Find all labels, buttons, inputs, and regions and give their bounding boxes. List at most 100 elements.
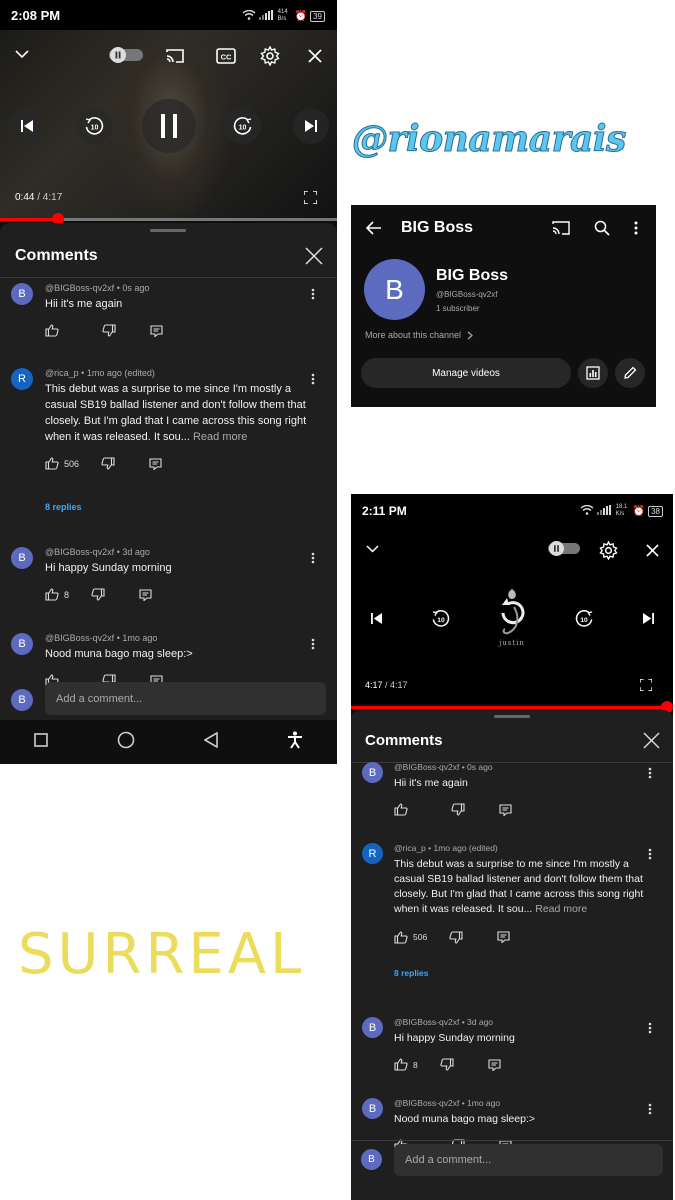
comment-options-button[interactable]	[648, 847, 652, 865]
comment-options-button[interactable]	[648, 766, 652, 784]
forward-10-button[interactable]: 10	[572, 606, 596, 630]
like-button[interactable]: 506	[394, 930, 427, 944]
fullscreen-button[interactable]	[637, 676, 655, 694]
view-replies-link[interactable]: 8 replies	[394, 968, 429, 978]
video-player[interactable]: 10 justin 10 4:17 / 4:17	[351, 526, 673, 704]
album-artwork-icon	[501, 589, 525, 635]
dislike-button[interactable]	[451, 803, 465, 816]
channel-handle: @BIGBoss-qv2xf	[436, 290, 498, 299]
accessibility-button[interactable]	[287, 731, 303, 754]
dislike-button[interactable]	[91, 588, 105, 601]
replay-button[interactable]: justin	[490, 582, 534, 652]
dislike-button[interactable]	[449, 930, 463, 944]
captions-button[interactable]: CC	[214, 45, 238, 67]
reply-button[interactable]	[150, 324, 163, 337]
cast-button[interactable]	[550, 218, 572, 238]
view-replies-link[interactable]: 8 replies	[45, 502, 82, 512]
settings-button[interactable]	[596, 538, 620, 562]
replay-10-icon: 10	[432, 609, 449, 627]
back-button[interactable]	[203, 731, 218, 753]
comment-options-button[interactable]	[311, 551, 315, 569]
like-button[interactable]	[45, 324, 64, 337]
comment-avatar[interactable]: B	[11, 547, 33, 569]
minimize-button[interactable]	[10, 44, 34, 64]
dislike-button[interactable]	[102, 324, 116, 337]
comment-options-button[interactable]	[311, 637, 315, 655]
dislike-button[interactable]	[101, 457, 115, 470]
previous-button[interactable]	[9, 108, 45, 144]
manage-videos-button[interactable]: Manage videos	[361, 358, 571, 388]
like-count: 506	[64, 458, 80, 469]
search-button[interactable]	[591, 218, 613, 238]
fullscreen-button[interactable]	[300, 187, 320, 207]
pause-button[interactable]	[142, 99, 196, 153]
rewind-10-button[interactable]: 10	[76, 108, 112, 144]
comment-author[interactable]: @rica_p	[45, 368, 79, 378]
comment-avatar[interactable]: B	[11, 633, 33, 655]
autoplay-toggle[interactable]	[108, 46, 144, 64]
previous-button[interactable]	[365, 607, 387, 629]
reply-button[interactable]	[149, 457, 162, 470]
seek-bar[interactable]	[351, 701, 673, 713]
comment-avatar[interactable]: B	[362, 762, 383, 783]
dislike-button[interactable]	[440, 1058, 454, 1071]
like-button[interactable]: 8	[394, 1058, 418, 1071]
comment-body: Hii it's me again	[394, 776, 468, 789]
comment-options-button[interactable]	[311, 372, 315, 390]
home-button[interactable]	[117, 731, 135, 754]
recents-button[interactable]	[34, 732, 49, 752]
comment-author[interactable]: @BIGBoss-qv2xf	[45, 633, 114, 643]
close-player-button[interactable]	[641, 540, 663, 560]
comment-author[interactable]: @BIGBoss-qv2xf	[45, 283, 114, 293]
video-player[interactable]: CC 10 10 0:44 / 4:17	[0, 30, 337, 220]
settings-button[interactable]	[257, 43, 283, 69]
like-button[interactable]: 506	[45, 457, 79, 470]
close-player-button[interactable]	[303, 45, 327, 67]
like-button[interactable]	[394, 803, 413, 816]
comment-avatar[interactable]: R	[362, 843, 383, 864]
add-comment-input[interactable]: Add a comment...	[394, 1144, 663, 1176]
kebab-icon	[634, 221, 638, 235]
next-button[interactable]	[637, 607, 659, 629]
comment-author[interactable]: @BIGBoss-qv2xf	[45, 547, 114, 557]
add-comment-input[interactable]: Add a comment...	[45, 682, 326, 715]
comment-options-button[interactable]	[648, 1102, 652, 1120]
next-button[interactable]	[293, 108, 329, 144]
reply-button[interactable]	[497, 931, 510, 943]
comment-author[interactable]: @BIGBoss-qv2xf	[394, 1017, 459, 1027]
comment-avatar[interactable]: B	[11, 283, 33, 305]
rewind-10-button[interactable]: 10	[428, 606, 452, 630]
channel-card: BIG Boss B BIG Boss @BIGBoss-qv2xf 1 sub…	[351, 205, 656, 407]
more-options-button[interactable]	[629, 218, 643, 238]
analytics-icon	[586, 366, 600, 380]
autoplay-toggle[interactable]	[547, 540, 581, 556]
minimize-button[interactable]	[361, 540, 383, 558]
comment-avatar[interactable]: R	[11, 368, 33, 390]
comment-options-button[interactable]	[648, 1021, 652, 1039]
seek-bar[interactable]	[0, 213, 337, 225]
read-more-link[interactable]: Read more	[535, 903, 587, 915]
chevron-down-icon	[15, 49, 29, 58]
read-more-link[interactable]: Read more	[193, 431, 247, 443]
edit-button[interactable]	[615, 358, 645, 388]
forward-10-button[interactable]: 10	[225, 108, 261, 144]
comment-meta: @BIGBoss-qv2xf • 0s ago	[45, 283, 149, 293]
comment-author[interactable]: @rica_p	[394, 843, 426, 853]
channel-avatar[interactable]: B	[364, 259, 425, 320]
more-about-link[interactable]: More about this channel	[365, 330, 473, 340]
comment-avatar[interactable]: B	[362, 1098, 383, 1119]
pause-icon	[161, 114, 177, 138]
analytics-button[interactable]	[578, 358, 608, 388]
comment-author[interactable]: @BIGBoss-qv2xf	[394, 1098, 459, 1108]
comment-author[interactable]: @BIGBoss-qv2xf	[394, 762, 459, 772]
comment-options-button[interactable]	[311, 287, 315, 305]
reply-button[interactable]	[139, 588, 152, 601]
reply-button[interactable]	[499, 803, 512, 816]
cast-button[interactable]	[163, 45, 187, 67]
comment-avatar[interactable]: B	[362, 1017, 383, 1038]
like-button[interactable]: 8	[45, 588, 69, 601]
signal-icon	[258, 10, 275, 22]
seek-progress	[351, 706, 667, 709]
reply-button[interactable]	[488, 1058, 501, 1071]
back-arrow-button[interactable]	[363, 217, 385, 239]
